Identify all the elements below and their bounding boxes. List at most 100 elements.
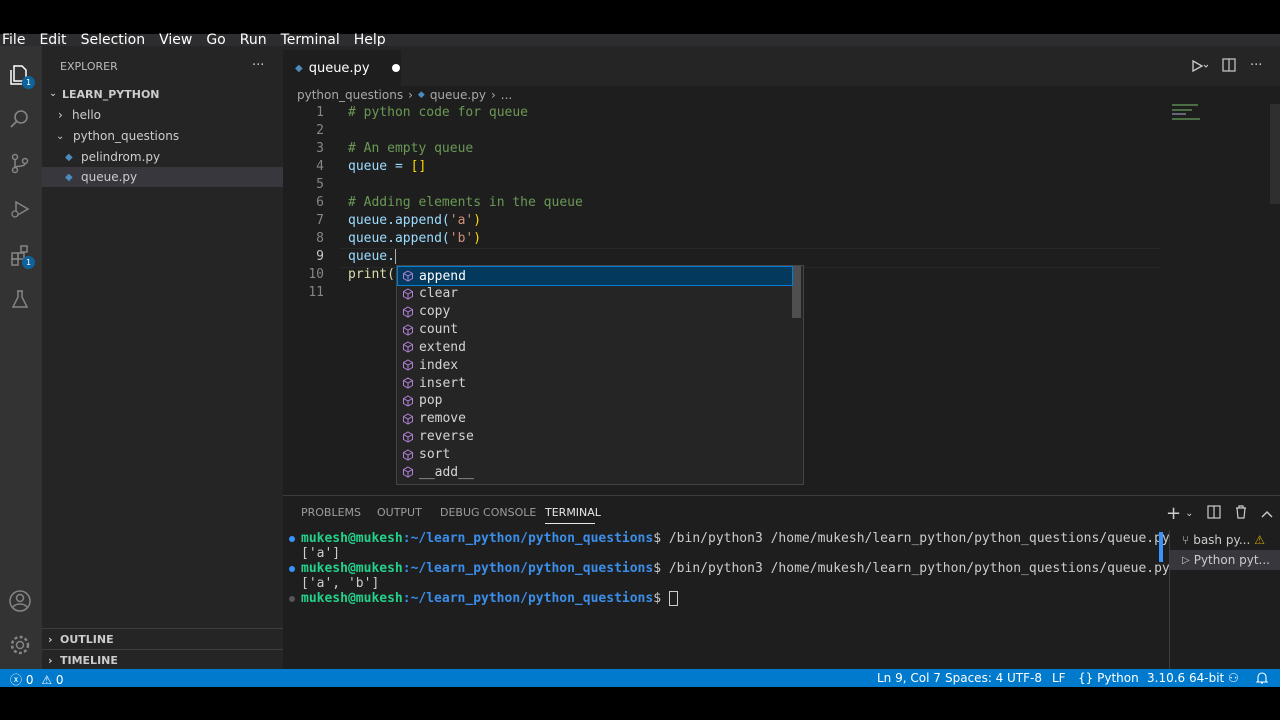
terminal-user: mukesh@mukesh — [301, 531, 403, 546]
terminal-prompt[interactable]: mukesh@mukesh:~/learn_python/python_ques… — [301, 591, 678, 606]
kill-terminal-trash-icon[interactable] — [1235, 504, 1247, 523]
extensions-icon[interactable]: 1 — [7, 242, 35, 269]
suggestion-item[interactable]: clear — [398, 285, 792, 303]
explorer-sidebar: EXPLORER ··· ⌄ LEARN_PYTHON › hello ⌄ py… — [42, 46, 283, 669]
run-file-icon[interactable] — [1190, 58, 1209, 78]
suggestion-item[interactable]: __add__ — [398, 463, 792, 481]
explorer-more-icon[interactable]: ··· — [252, 58, 264, 73]
chevron-right-icon: › — [490, 88, 496, 102]
folder-root[interactable]: ⌄ LEARN_PYTHON — [42, 84, 283, 104]
suggestion-label: copy — [419, 304, 451, 320]
encoding[interactable]: UTF-8 — [1007, 671, 1042, 685]
breadcrumb-file[interactable]: queue.py — [430, 88, 486, 102]
sidebar-item-pelindrom[interactable]: ◆ pelindrom.py — [42, 147, 283, 167]
suggestion-item[interactable]: insert — [398, 374, 792, 392]
terminal-user: mukesh@mukesh — [301, 591, 403, 606]
terminal-prompt-symbol: $ — [653, 591, 669, 606]
tab-terminal[interactable]: TERMINAL — [545, 506, 601, 519]
source-control-icon[interactable] — [7, 150, 33, 176]
language-mode[interactable]: {} Python — [1078, 671, 1139, 685]
terminal-tabs-list: ⑂ bash py... ⚠ ▷ Python pyt... — [1169, 530, 1280, 669]
timeline-section[interactable]: › TIMELINE — [42, 649, 283, 670]
minimap[interactable] — [1172, 104, 1212, 124]
problems-status[interactable]: ⓧ 0 ⚠ 0 — [10, 671, 64, 688]
line-number: 3 — [316, 141, 324, 156]
terminal-cursor — [668, 591, 678, 606]
chevron-right-icon: › — [48, 653, 53, 667]
feedback-icon[interactable]: ⚇ — [1228, 671, 1239, 685]
suggestion-label: count — [419, 322, 459, 338]
notifications-bell-icon[interactable] — [1255, 671, 1269, 687]
breadcrumb-folder[interactable]: python_questions — [297, 88, 403, 102]
tab-output[interactable]: OUTPUT — [377, 506, 422, 519]
settings-gear-icon[interactable] — [7, 632, 33, 658]
search-icon[interactable] — [7, 106, 33, 132]
sidebar-item-label: python_questions — [73, 129, 180, 143]
indentation[interactable]: Spaces: 4 — [945, 671, 1003, 685]
explorer-icon[interactable]: 1 — [7, 62, 35, 89]
method-cube-icon — [403, 431, 413, 443]
cursor-position[interactable]: Ln 9, Col 7 — [877, 671, 941, 685]
warning-icon: ⚠ — [1254, 533, 1266, 547]
suggestion-item[interactable]: reverse — [398, 428, 792, 446]
end-of-line[interactable]: LF — [1052, 671, 1066, 685]
sidebar-item-label: queue.py — [81, 170, 138, 184]
editor-more-icon[interactable]: ··· — [1250, 58, 1262, 78]
activity-bar: 1 1 — [0, 46, 42, 669]
method-cube-icon — [403, 448, 413, 461]
suggestion-item[interactable]: index — [398, 356, 792, 374]
sidebar-item-python-questions[interactable]: ⌄ python_questions — [42, 126, 283, 146]
chevron-down-icon[interactable]: ⌄ — [1185, 508, 1193, 519]
suggestion-label: extend — [419, 339, 466, 355]
unsaved-dot-icon[interactable] — [391, 64, 400, 72]
suggest-scrollbar[interactable] — [792, 266, 801, 318]
sidebar-item-hello[interactable]: › hello — [42, 105, 283, 125]
terminal-tab-python[interactable]: ▷ Python pyt... — [1170, 550, 1280, 570]
error-count: 0 — [25, 673, 34, 687]
suggestion-item[interactable]: sort — [398, 446, 792, 464]
terminal-path: :~/learn_python/python_questions — [402, 561, 654, 576]
line-number: 11 — [308, 285, 324, 300]
terminal-tab-bash[interactable]: ⑂ bash py... ⚠ — [1170, 530, 1280, 550]
account-icon[interactable] — [7, 588, 33, 614]
command-decoration-icon[interactable] — [289, 536, 295, 542]
line-number: 7 — [316, 213, 324, 228]
suggestion-label: insert — [419, 375, 466, 391]
tab-problems[interactable]: PROBLEMS — [301, 506, 361, 519]
outline-section[interactable]: › OUTLINE — [42, 628, 283, 649]
suggestion-label: __add__ — [419, 464, 474, 480]
tab-debug-console[interactable]: DEBUG CONSOLE — [440, 506, 536, 519]
terminal-scrollbar[interactable] — [1159, 532, 1163, 562]
suggestion-item[interactable]: count — [398, 321, 792, 339]
suggestion-item[interactable]: remove — [398, 410, 792, 428]
new-terminal-plus-icon[interactable]: + — [1166, 503, 1181, 524]
method-cube-icon — [403, 395, 413, 407]
run-debug-icon[interactable] — [7, 196, 33, 222]
command-decoration-icon[interactable] — [289, 596, 295, 602]
python-interpreter[interactable]: 3.10.6 64-bit — [1147, 671, 1224, 685]
split-editor-icon[interactable] — [1222, 58, 1236, 78]
testing-icon[interactable] — [7, 286, 33, 312]
tab-queue-py[interactable]: ◆ queue.py — [283, 50, 401, 86]
code-token: queue. — [348, 249, 395, 264]
terminal-output: ['a', 'b'] — [301, 576, 380, 591]
line-number-current: 9 — [316, 249, 324, 264]
line-number: 1 — [316, 105, 324, 120]
maximize-panel-chevron-up-icon[interactable] — [1261, 506, 1273, 522]
tab-label: queue.py — [308, 60, 370, 76]
suggestion-item[interactable]: append — [397, 266, 793, 286]
editor-scrollbar[interactable] — [1270, 104, 1280, 204]
autocomplete-widget[interactable]: append clear copy count extend index insert pop… — [396, 265, 804, 485]
sidebar-item-queue[interactable]: ◆ queue.py — [42, 167, 283, 187]
line-number: 2 — [316, 123, 324, 138]
command-decoration-icon[interactable] — [289, 566, 295, 572]
suggestion-label: pop — [419, 393, 443, 409]
method-cube-icon — [403, 359, 413, 371]
suggestion-item[interactable]: copy — [398, 303, 792, 321]
suggestion-item[interactable]: pop — [398, 392, 792, 410]
chevron-right-icon: › — [58, 108, 63, 122]
split-terminal-icon[interactable] — [1207, 504, 1222, 523]
suggestion-item[interactable]: extend — [398, 338, 792, 356]
terminal-output: ['a'] — [301, 546, 341, 561]
breadcrumb-symbol[interactable]: ... — [501, 88, 512, 102]
